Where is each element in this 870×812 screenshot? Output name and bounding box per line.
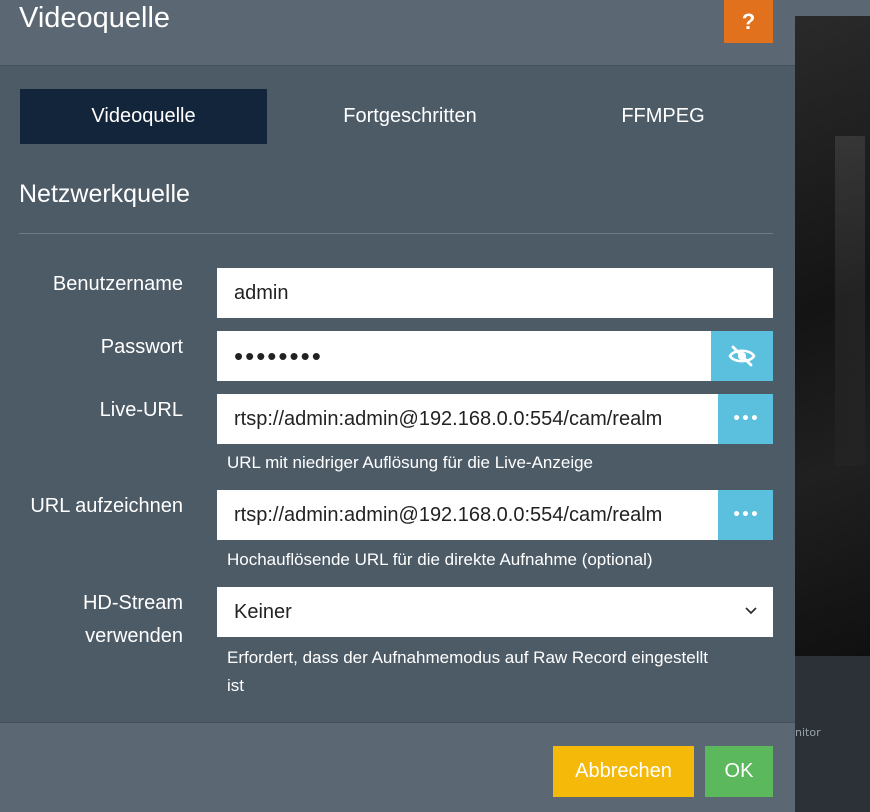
tab-bar: Videoquelle Fortgeschritten FFMPEG: [20, 89, 773, 144]
live-url-label: Live-URL: [99, 399, 183, 421]
hd-stream-select[interactable]: Keiner: [217, 587, 773, 637]
toggle-password-visibility-button[interactable]: [711, 331, 773, 381]
record-url-input[interactable]: rtsp://admin:admin@192.168.0.0:554/cam/r…: [217, 490, 718, 540]
hd-stream-help-text: Erfordert, dass der Aufnahmemodus auf Ra…: [227, 644, 708, 700]
cancel-button[interactable]: Abbrechen: [553, 746, 694, 797]
password-input[interactable]: ••••••••: [217, 331, 711, 381]
section-title: Netzwerkquelle: [19, 180, 190, 208]
username-label: Benutzername: [52, 273, 183, 295]
background-video-feed: [795, 16, 870, 656]
background-topbar: [795, 0, 870, 16]
section-divider: [19, 233, 773, 234]
dialog-title: Videoquelle: [19, 2, 171, 34]
chevron-down-icon: [745, 602, 757, 619]
hd-stream-label-line2: verwenden: [85, 625, 183, 647]
eye-slash-icon: [728, 345, 756, 367]
username-input[interactable]: admin: [217, 268, 773, 318]
record-url-help-text: Hochauflösende URL für die direkte Aufna…: [227, 550, 653, 569]
hd-stream-help-line2: ist: [227, 676, 244, 695]
help-button[interactable]: ?: [724, 0, 773, 43]
live-url-options-button[interactable]: •••: [718, 394, 773, 444]
hd-stream-label-line1: HD-Stream: [82, 592, 183, 614]
tab-videoquelle[interactable]: Videoquelle: [20, 89, 267, 144]
live-url-input[interactable]: rtsp://admin:admin@192.168.0.0:554/cam/r…: [217, 394, 718, 444]
hd-stream-label: HD-Stream verwenden: [13, 587, 183, 653]
video-source-dialog: Videoquelle ? Videoquelle Fortgeschritte…: [0, 0, 795, 812]
tab-ffmpeg[interactable]: FFMPEG: [553, 89, 773, 144]
record-url-label: URL aufzeichnen: [30, 495, 183, 517]
password-value: ••••••••: [234, 340, 323, 371]
tab-fortgeschritten[interactable]: Fortgeschritten: [267, 89, 553, 144]
dialog-header: Videoquelle ?: [0, 0, 795, 66]
hd-stream-help-line1: Erfordert, dass der Aufnahmemodus auf Ra…: [227, 648, 708, 667]
ok-button[interactable]: OK: [705, 746, 773, 797]
record-url-options-button[interactable]: •••: [718, 490, 773, 540]
background-monitor-label: nitor: [795, 726, 821, 739]
hd-stream-selected-value: Keiner: [234, 600, 292, 623]
live-url-help-text: URL mit niedriger Auflösung für die Live…: [227, 453, 594, 472]
password-label: Passwort: [100, 336, 183, 358]
